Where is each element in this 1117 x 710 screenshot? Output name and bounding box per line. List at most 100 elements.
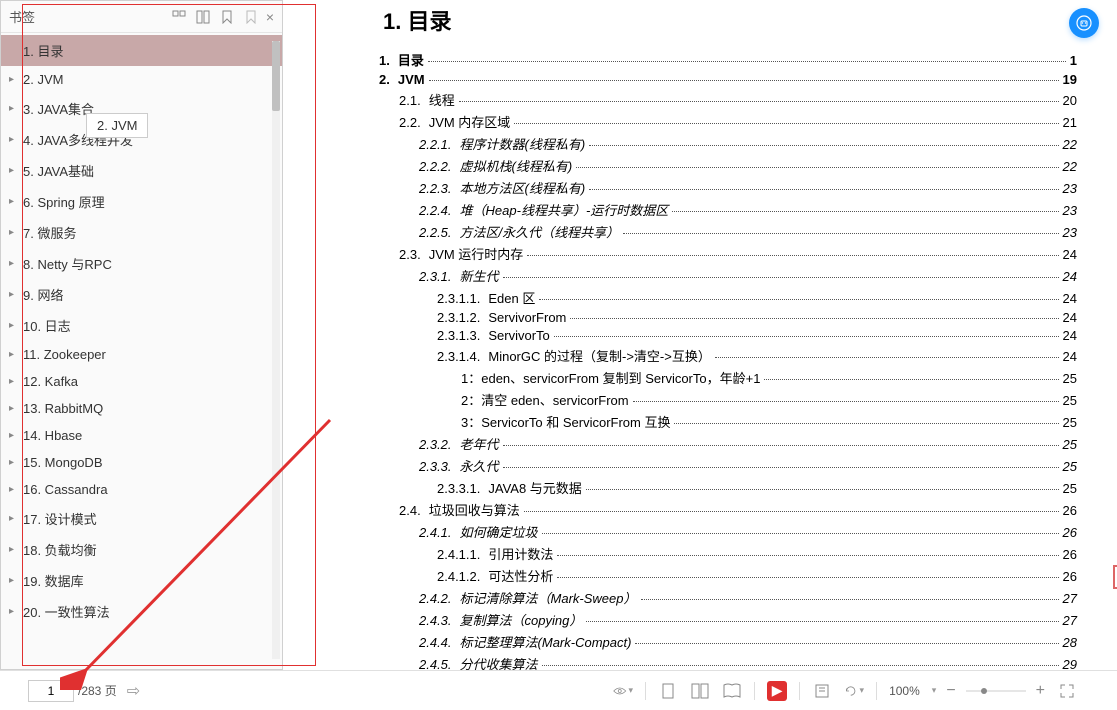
toc-row[interactable]: 3：ServicorTo 和 ServicorFrom 互换25 [453, 412, 1077, 431]
toc-row[interactable]: 2.4.3.复制算法（copying）27 [419, 610, 1077, 629]
toc-row[interactable]: 1.目录1 [379, 50, 1077, 69]
toc-page: 21 [1063, 115, 1077, 130]
eye-icon[interactable]: ▾ [613, 681, 633, 701]
toc-row[interactable]: 2.3.3.1.JAVA8 与元数据25 [437, 478, 1077, 497]
toc-page: 22 [1063, 159, 1077, 174]
chevron-right-icon[interactable]: ▸ [9, 103, 19, 114]
chevron-right-icon[interactable]: ▸ [9, 74, 19, 85]
bookmark-item[interactable]: ▸20. 一致性算法 [1, 596, 282, 627]
toc-row[interactable]: 2.3.2.老年代25 [419, 434, 1077, 453]
chevron-right-icon[interactable]: ▸ [9, 289, 19, 300]
assistant-float-button[interactable] [1069, 8, 1099, 38]
chevron-right-icon[interactable]: ▸ [9, 544, 19, 555]
chevron-right-icon[interactable]: ▸ [9, 227, 19, 238]
fullscreen-icon[interactable] [1057, 681, 1077, 701]
bookmark-item[interactable]: ▸2. JVM [1, 66, 282, 93]
bookmark-outline-icon[interactable] [244, 10, 258, 24]
bookmark-item[interactable]: ▸13. RabbitMQ [1, 395, 282, 422]
chevron-right-icon[interactable]: ▸ [9, 403, 19, 414]
bookmark-item[interactable]: ▸11. Zookeeper [1, 341, 282, 368]
thumb-grid-icon[interactable] [172, 10, 186, 24]
bookmark-label: 6. Spring 原理 [23, 192, 105, 211]
toc-page: 27 [1063, 591, 1077, 606]
toc-row[interactable]: 2.4.1.如何确定垃圾26 [419, 522, 1077, 541]
bookmark-item[interactable]: ▸10. 日志 [1, 310, 282, 341]
bookmark-item[interactable]: ▸15. MongoDB [1, 449, 282, 476]
toc-text: ServivorFrom [488, 310, 566, 325]
toc-page: 25 [1063, 393, 1077, 408]
chevron-right-icon[interactable]: ▸ [9, 606, 19, 617]
toc-page: 29 [1063, 657, 1077, 670]
bookmark-item[interactable]: ▸5. JAVA基础 [1, 155, 282, 186]
toc-row[interactable]: 2.3.1.4.MinorGC 的过程（复制->清空->互换）24 [437, 346, 1077, 365]
chevron-right-icon[interactable]: ▸ [9, 349, 19, 360]
chevron-right-icon[interactable]: ▸ [9, 513, 19, 524]
thumb-list-icon[interactable] [196, 10, 210, 24]
scrollbar-track[interactable] [272, 41, 280, 659]
zoom-out-icon[interactable]: − [946, 682, 955, 700]
chevron-right-icon[interactable]: ▸ [9, 430, 19, 441]
toc-row[interactable]: 2.3.1.新生代24 [419, 266, 1077, 285]
next-page-icon[interactable]: ⇨ [127, 681, 140, 701]
read-mode-icon[interactable] [812, 681, 832, 701]
chevron-right-icon[interactable]: ▸ [9, 196, 19, 207]
toc-text: 复制算法（copying） [460, 610, 583, 629]
toc-leader [635, 643, 1058, 644]
chevron-right-icon[interactable]: ▸ [9, 457, 19, 468]
bookmark-icon[interactable] [220, 10, 234, 24]
bookmark-item[interactable]: ▸17. 设计模式 [1, 503, 282, 534]
toc-num: 2.2.4. [419, 203, 452, 218]
toc-row[interactable]: 2.4.2.标记清除算法（Mark-Sweep）27 [419, 588, 1077, 607]
zoom-dropdown-icon[interactable]: ▾ [932, 685, 937, 696]
toc-row[interactable]: 2.3.1.2.ServivorFrom24 [437, 310, 1077, 325]
page-number-input[interactable] [28, 680, 74, 702]
toc-leader [576, 167, 1058, 168]
toc-row[interactable]: 2.JVM19 [379, 72, 1077, 87]
bookmark-item[interactable]: ▸14. Hbase [1, 422, 282, 449]
toc-row[interactable]: 2.2.5.方法区/永久代（线程共享）23 [419, 222, 1077, 241]
scrollbar-thumb[interactable] [272, 41, 280, 111]
bookmark-item[interactable]: ▸9. 网络 [1, 279, 282, 310]
play-slideshow-icon[interactable]: ▶ [767, 681, 787, 701]
bookmark-item[interactable]: ▸18. 负载均衡 [1, 534, 282, 565]
toc-row[interactable]: 2.2.1.程序计数器(线程私有)22 [419, 134, 1077, 153]
single-page-icon[interactable] [658, 681, 678, 701]
toc-row[interactable]: 2.4.1.1.引用计数法26 [437, 544, 1077, 563]
zoom-in-icon[interactable]: + [1036, 682, 1045, 700]
bookmark-item[interactable]: ▸8. Netty 与RPC [1, 248, 282, 279]
chevron-right-icon[interactable]: ▸ [9, 134, 19, 145]
book-view-icon[interactable] [722, 681, 742, 701]
toc-row[interactable]: 2.2.2.虚拟机栈(线程私有)22 [419, 156, 1077, 175]
toc-row[interactable]: 2.3.3.永久代25 [419, 456, 1077, 475]
toc-num: 2.3.3. [419, 459, 452, 474]
bookmark-item[interactable]: ▸ 6. Spring 原理 [1, 186, 282, 217]
toc-row[interactable]: 2.3.JVM 运行时内存24 [399, 244, 1077, 263]
chevron-right-icon[interactable]: ▸ [9, 320, 19, 331]
toc-row[interactable]: 2.3.1.1.Eden 区24 [437, 288, 1077, 307]
close-icon[interactable]: × [266, 9, 274, 25]
toc-row[interactable]: 2.4.1.2.可达性分析26 [437, 566, 1077, 585]
chevron-right-icon[interactable]: ▸ [9, 575, 19, 586]
toc-row[interactable]: 2：清空 eden、servicorFrom25 [453, 390, 1077, 409]
two-page-icon[interactable] [690, 681, 710, 701]
bookmark-item[interactable]: ▸12. Kafka [1, 368, 282, 395]
zoom-slider[interactable] [966, 688, 1026, 694]
chevron-right-icon[interactable]: ▸ [9, 376, 19, 387]
chevron-right-icon[interactable]: ▸ [9, 165, 19, 176]
toc-row[interactable]: 2.1.线程20 [399, 90, 1077, 109]
toc-row[interactable]: 2.4.5.分代收集算法29 [419, 654, 1077, 670]
toc-row[interactable]: 2.2.JVM 内存区域21 [399, 112, 1077, 131]
rotate-icon[interactable]: ▾ [844, 681, 864, 701]
toc-row[interactable]: 2.2.3.本地方法区(线程私有)23 [419, 178, 1077, 197]
toc-row[interactable]: 2.4.4.标记整理算法(Mark-Compact)28 [419, 632, 1077, 651]
toc-row[interactable]: 2.4.垃圾回收与算法26 [399, 500, 1077, 519]
bookmark-item[interactable]: ▸16. Cassandra [1, 476, 282, 503]
bookmark-item[interactable]: ▸19. 数据库 [1, 565, 282, 596]
toc-row[interactable]: 1：eden、servicorFrom 复制到 ServicorTo，年龄+12… [453, 368, 1077, 387]
bookmark-item[interactable]: ▸7. 微服务 [1, 217, 282, 248]
toc-row[interactable]: 2.2.4.堆（Heap-线程共享）-运行时数据区23 [419, 200, 1077, 219]
chevron-right-icon[interactable]: ▸ [9, 258, 19, 269]
chevron-right-icon[interactable]: ▸ [9, 484, 19, 495]
bookmark-item[interactable]: 1. 目录 [1, 35, 282, 66]
toc-row[interactable]: 2.3.1.3.ServivorTo24 [437, 328, 1077, 343]
